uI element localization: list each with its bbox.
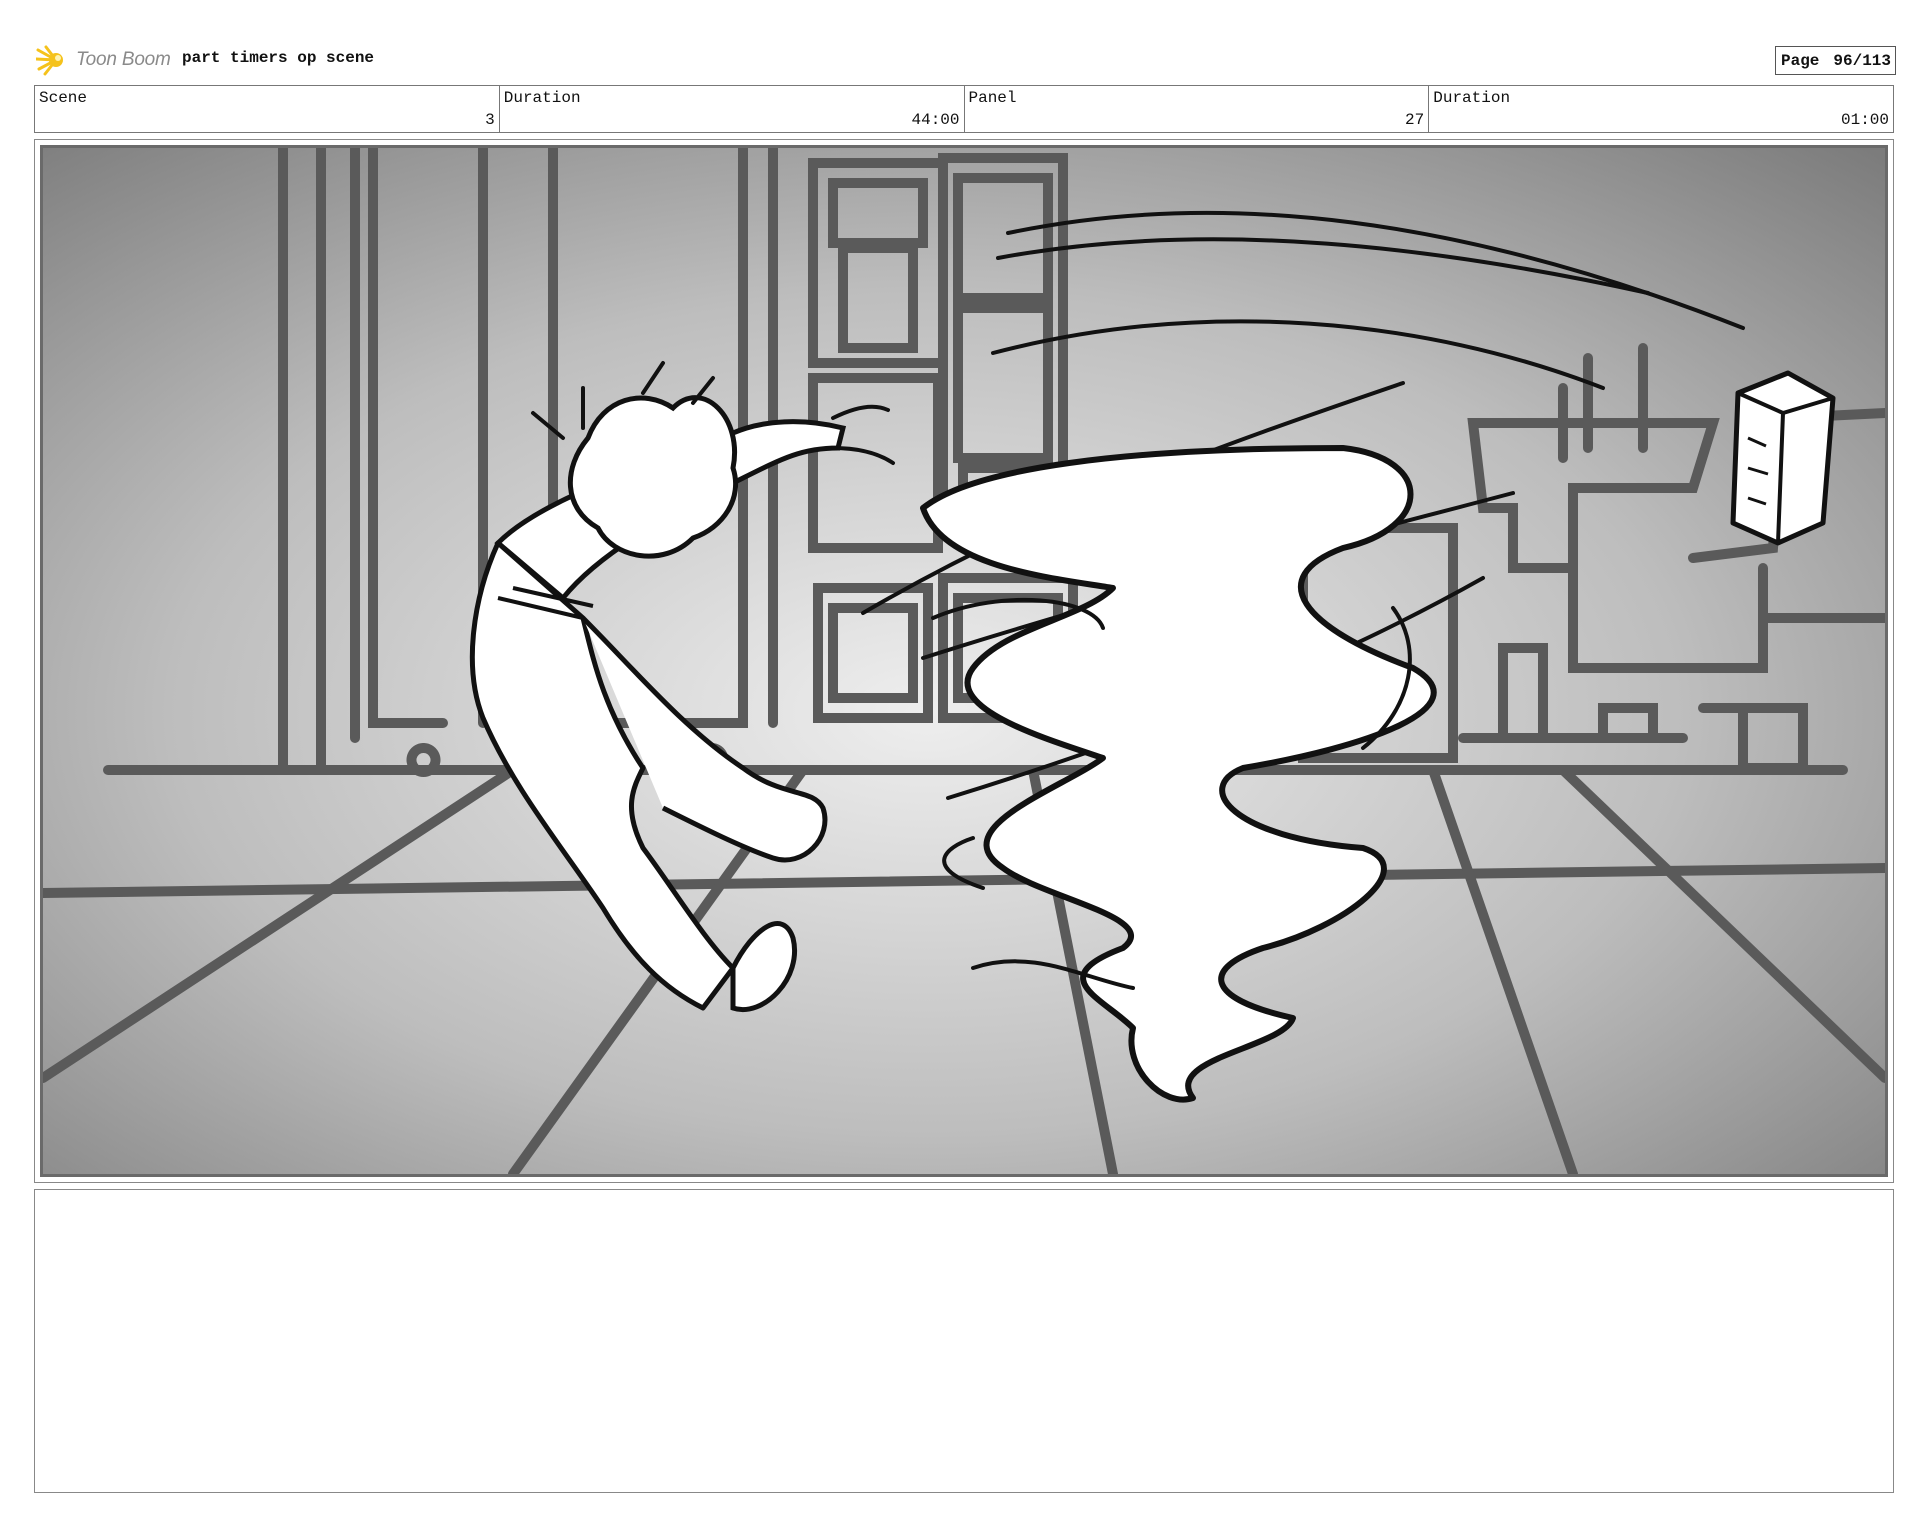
storyboard-header: Toon Boom part timers op scene Page 96/11…: [36, 40, 1896, 80]
storyboard-panel-image: [40, 145, 1888, 1177]
panel-info-row: Scene 3 Duration 44:00 Panel 27 Duration…: [34, 85, 1894, 133]
scene-label: Scene: [39, 89, 88, 107]
panel-cell: Panel 27: [965, 86, 1430, 132]
panel-duration-value: 01:00: [1840, 111, 1889, 129]
scene-duration-label: Duration: [503, 89, 581, 107]
storyboard-sketch: [43, 148, 1885, 1174]
toon-boom-logo: Toon Boom: [36, 44, 171, 76]
panel-frame: [34, 139, 1894, 1183]
scene-duration-cell: Duration 44:00: [500, 86, 965, 132]
page-label: Page: [1780, 52, 1820, 70]
scene-value: 3: [485, 111, 495, 129]
panel-value: 27: [1405, 111, 1425, 129]
project-title: part timers op scene: [182, 49, 375, 67]
brand-name: Toon Boom: [76, 49, 171, 70]
panel-label: Panel: [968, 89, 1017, 107]
page-number: 96/113: [1833, 52, 1891, 70]
flying-box: [1730, 370, 1836, 546]
scene-cell: Scene 3: [35, 86, 500, 132]
panel-notes-box: [34, 1189, 1894, 1493]
toon-boom-burst-icon: [36, 45, 63, 76]
page-indicator: Page 96/113: [1774, 46, 1896, 75]
scene-duration-value: 44:00: [911, 111, 960, 129]
panel-duration-label: Duration: [1433, 89, 1511, 107]
panel-duration-cell: Duration 01:00: [1429, 86, 1893, 132]
